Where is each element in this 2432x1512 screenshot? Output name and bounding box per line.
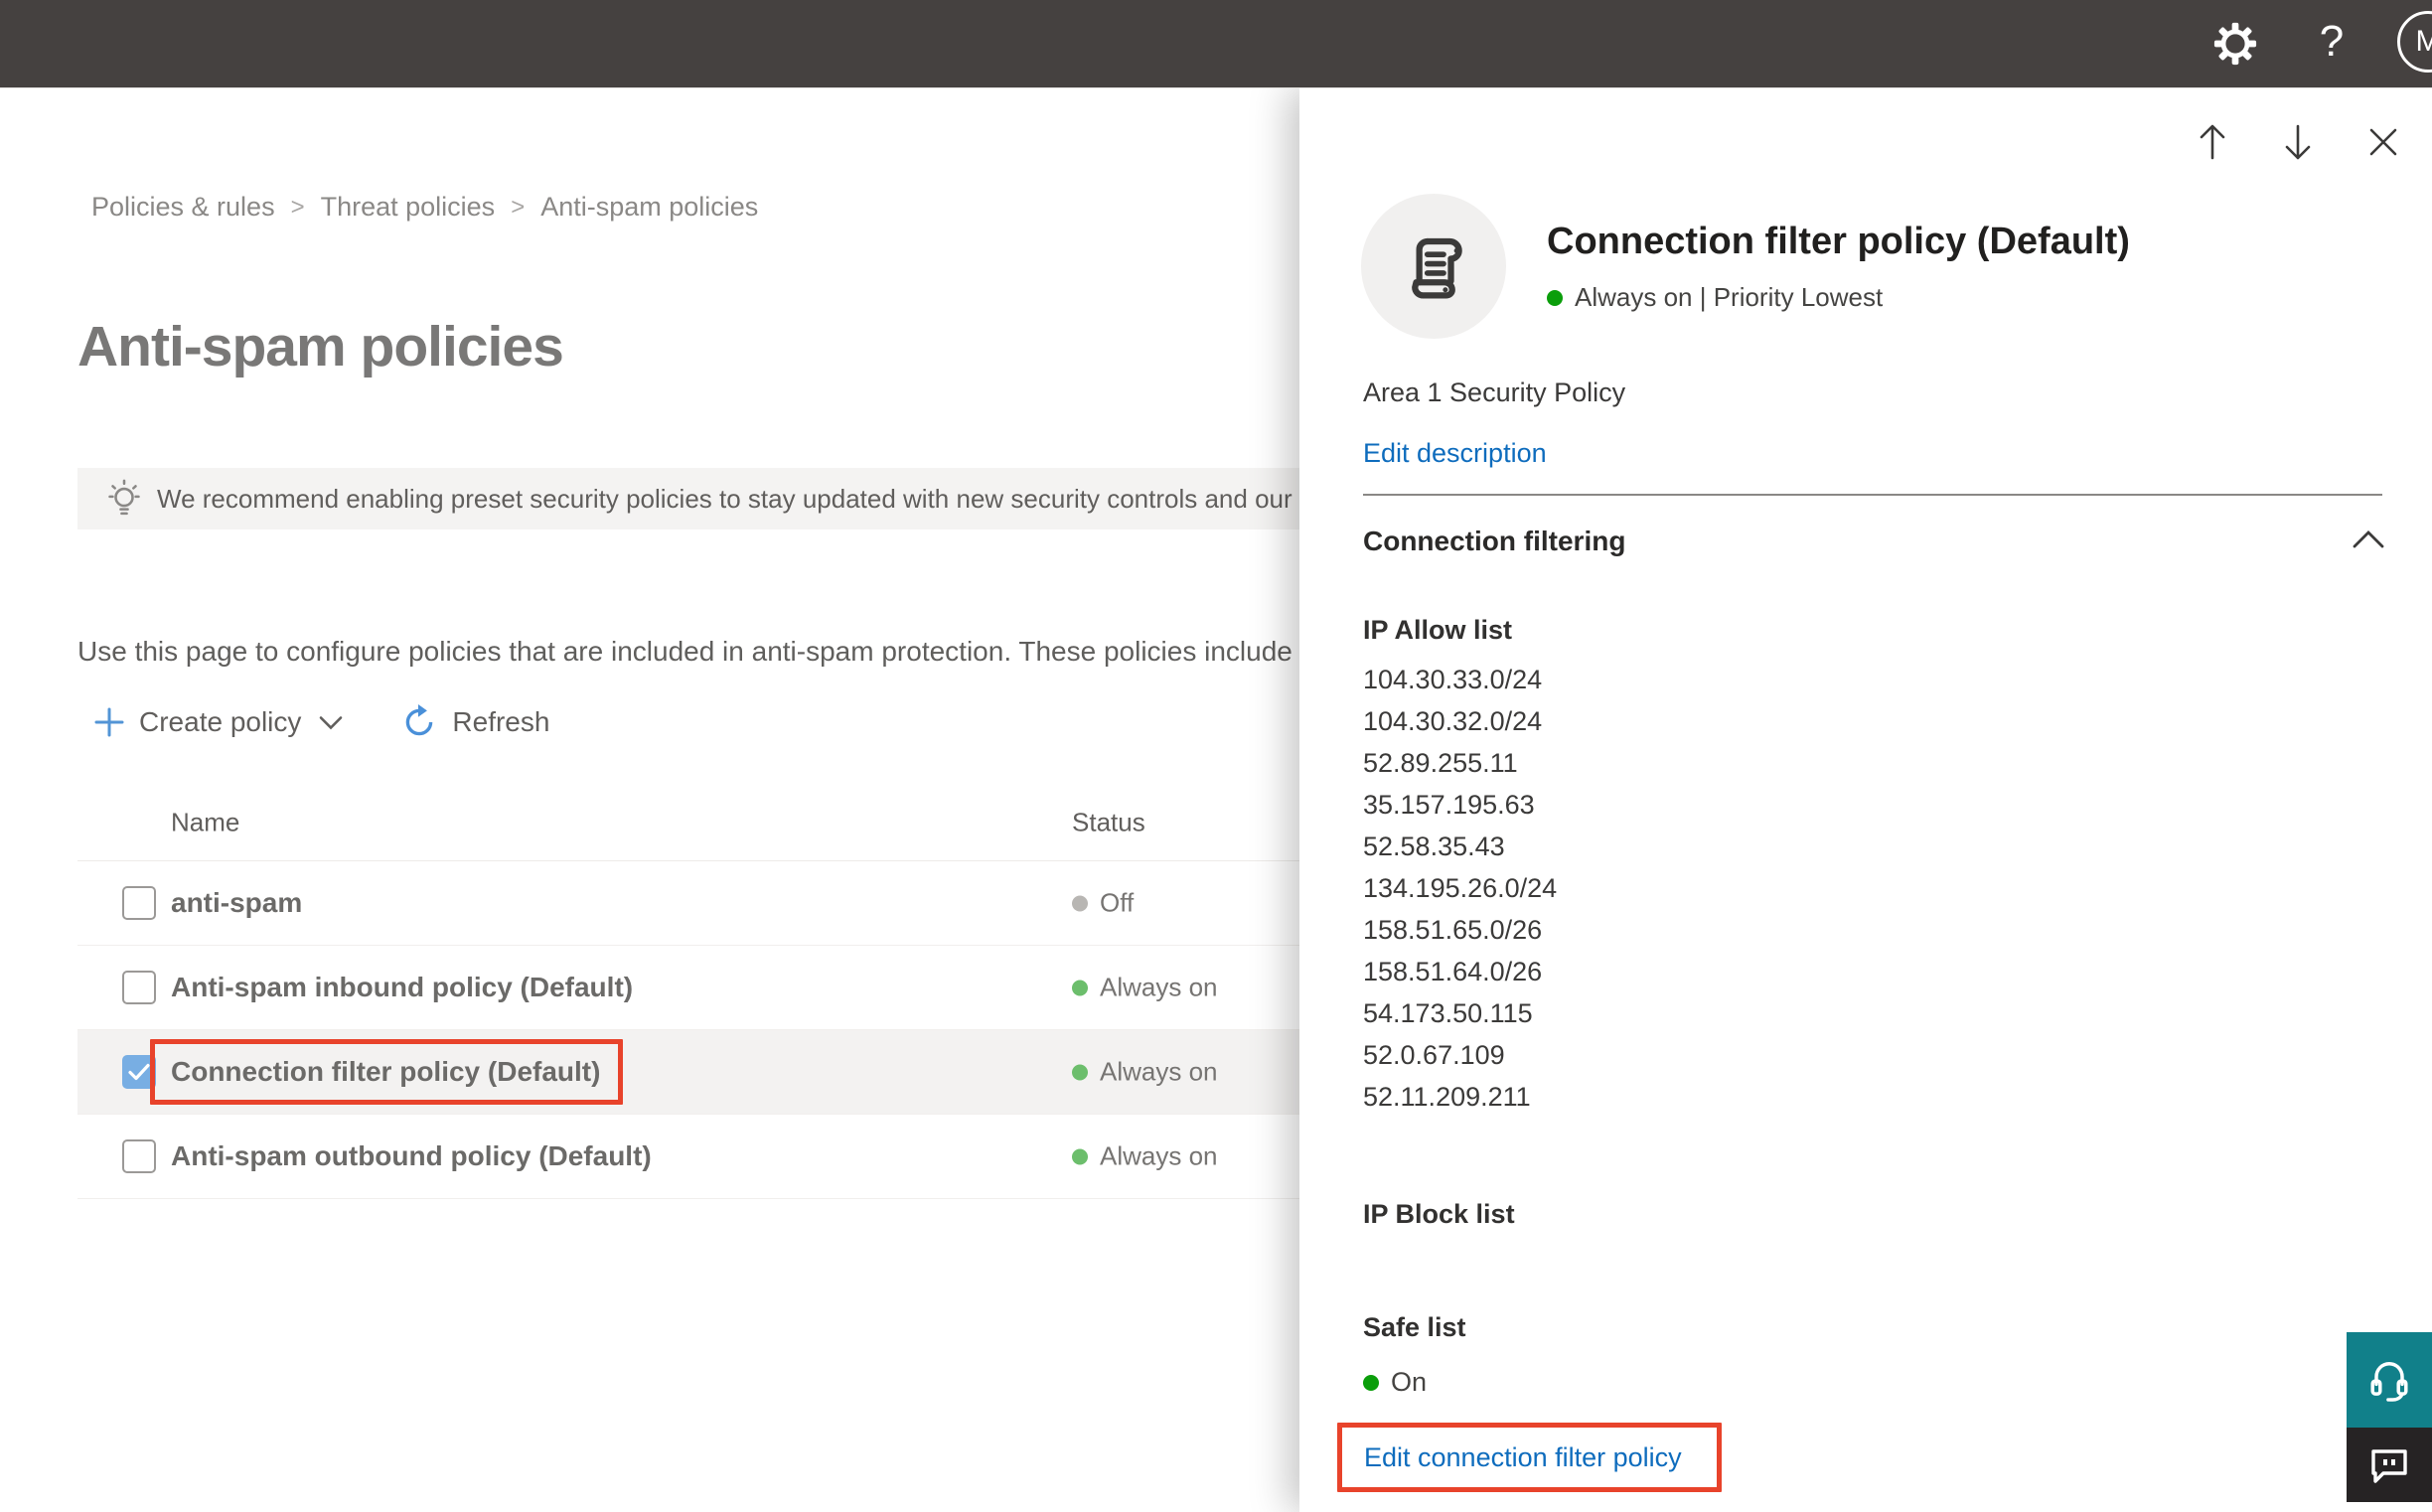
- ip-address: 52.11.209.211: [1363, 1082, 1531, 1112]
- breadcrumb-threat-policies[interactable]: Threat policies: [321, 192, 496, 223]
- previous-item-button[interactable]: [2194, 123, 2231, 161]
- status-text: Always on: [1100, 1140, 1218, 1171]
- safe-list-header: Safe list: [1363, 1312, 1466, 1342]
- ip-allow-list: 104.30.33.0/24 104.30.32.0/24 52.89.255.11…: [1363, 659, 1557, 1118]
- arrow-up-icon: [2200, 124, 2225, 160]
- ip-address: 104.30.32.0/24: [1363, 706, 1543, 736]
- policy-name-link[interactable]: anti-spam: [171, 887, 302, 919]
- status-dot: [1363, 1374, 1379, 1391]
- flyout-nav: [2194, 123, 2402, 161]
- headset-icon: [2370, 1362, 2408, 1402]
- toolbar: Create policy Refresh: [93, 703, 549, 741]
- status-cell: Always on: [1072, 1057, 1218, 1088]
- refresh-icon: [406, 704, 433, 736]
- breadcrumb-policies-rules[interactable]: Policies & rules: [91, 192, 275, 223]
- status-cell: Off: [1072, 888, 1134, 919]
- row-checkbox[interactable]: [122, 971, 156, 1004]
- create-policy-button[interactable]: Create policy: [93, 706, 343, 738]
- edit-description-link[interactable]: Edit description: [1363, 438, 1547, 469]
- policy-name-link[interactable]: Anti-spam inbound policy (Default): [171, 972, 633, 1003]
- status-dot: [1072, 895, 1088, 911]
- breadcrumb-separator: >: [511, 193, 526, 221]
- plus-icon: [94, 707, 124, 737]
- column-header-status[interactable]: Status: [1072, 808, 1145, 838]
- scroll-icon: [1412, 237, 1462, 299]
- gear-icon: [2213, 22, 2257, 66]
- column-header-name[interactable]: Name: [171, 808, 239, 838]
- top-app-bar: ? M: [0, 0, 2432, 88]
- page-title: Anti-spam policies: [77, 315, 564, 378]
- section-divider: [1363, 494, 2382, 496]
- policy-avatar: [1361, 194, 1506, 339]
- ip-address: 134.195.26.0/24: [1363, 873, 1558, 903]
- policy-name-link[interactable]: Connection filter policy (Default): [150, 1039, 624, 1105]
- status-cell: Always on: [1072, 973, 1218, 1003]
- status-text: Always on: [1100, 972, 1218, 1002]
- chevron-down-icon: [320, 715, 343, 729]
- safe-list-status: On: [1363, 1367, 1427, 1398]
- ip-address: 52.89.255.11: [1363, 748, 1518, 778]
- lightbulb-icon: [108, 479, 140, 516]
- connection-filtering-header: Connection filtering: [1363, 526, 1626, 556]
- checkmark-icon: [128, 1063, 150, 1081]
- status-text: Always on: [1100, 1056, 1218, 1087]
- ip-address: 158.51.65.0/26: [1363, 915, 1543, 945]
- edit-policy-highlight-box: Edit connection filter policy: [1337, 1423, 1722, 1492]
- flyout-title: Connection filter policy (Default): [1547, 221, 2130, 262]
- help-icon: ?: [2319, 17, 2345, 66]
- avatar-initial: M: [2415, 25, 2432, 58]
- flyout-status-line: Always on | Priority Lowest: [1547, 282, 1883, 313]
- edit-connection-filter-policy-link[interactable]: Edit connection filter policy: [1364, 1442, 1682, 1473]
- flyout-status-text: Always on | Priority Lowest: [1575, 282, 1884, 312]
- policy-name-link[interactable]: Anti-spam outbound policy (Default): [171, 1140, 652, 1172]
- chevron-up-icon: [2353, 530, 2384, 548]
- collapse-section-button[interactable]: [2353, 530, 2384, 553]
- ip-address: 158.51.64.0/26: [1363, 957, 1543, 986]
- feedback-chat-button[interactable]: [2347, 1428, 2432, 1502]
- anti-spam-policies-page: ? M Policies & rules > Threat policies >…: [0, 0, 2432, 1512]
- page-description: Use this page to configure policies that…: [77, 636, 1292, 667]
- status-cell: Always on: [1072, 1141, 1218, 1172]
- chat-bubble-icon: [2371, 1448, 2407, 1483]
- create-policy-label: Create policy: [139, 706, 302, 737]
- refresh-button[interactable]: Refresh: [400, 703, 549, 741]
- account-avatar[interactable]: M: [2397, 11, 2432, 73]
- ip-address: 54.173.50.115: [1363, 998, 1533, 1028]
- safe-list-status-text: On: [1391, 1367, 1428, 1397]
- support-button[interactable]: [2347, 1332, 2432, 1428]
- row-checkbox[interactable]: [122, 886, 156, 920]
- breadcrumb: Policies & rules > Threat policies > Ant…: [91, 192, 758, 223]
- refresh-label: Refresh: [452, 706, 550, 737]
- close-flyout-button[interactable]: [2364, 123, 2402, 161]
- arrow-down-icon: [2285, 124, 2311, 160]
- ip-allow-list-header: IP Allow list: [1363, 615, 1513, 645]
- status-text: Off: [1100, 887, 1135, 918]
- policy-description-text: Area 1 Security Policy: [1363, 378, 1626, 407]
- banner-text: We recommend enabling preset security po…: [157, 483, 1408, 514]
- row-checkbox[interactable]: [122, 1139, 156, 1173]
- ip-block-list-header: IP Block list: [1363, 1199, 1515, 1229]
- next-item-button[interactable]: [2279, 123, 2317, 161]
- status-dot: [1072, 980, 1088, 995]
- breadcrumb-separator: >: [290, 193, 305, 221]
- status-dot: [1072, 1064, 1088, 1080]
- ip-address: 104.30.33.0/24: [1363, 665, 1543, 694]
- policy-details-flyout: Connection filter policy (Default) Alway…: [1299, 87, 2432, 1512]
- status-dot: [1547, 289, 1563, 306]
- ip-address: 52.0.67.109: [1363, 1040, 1505, 1070]
- ip-address: 52.58.35.43: [1363, 832, 1505, 861]
- ip-address: 35.157.195.63: [1363, 790, 1535, 820]
- status-dot: [1072, 1148, 1088, 1164]
- close-icon: [2369, 128, 2397, 156]
- settings-button[interactable]: [2211, 20, 2259, 68]
- help-button[interactable]: ?: [2309, 14, 2355, 70]
- breadcrumb-anti-spam-policies[interactable]: Anti-spam policies: [540, 192, 758, 223]
